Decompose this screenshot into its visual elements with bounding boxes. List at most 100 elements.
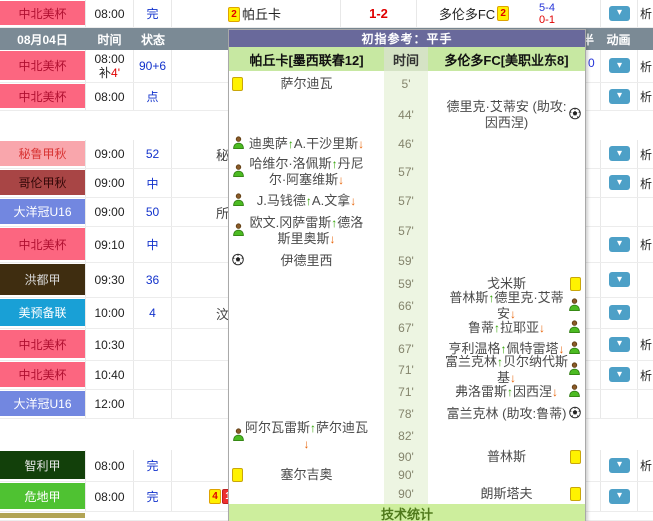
time-header: 时间 [85, 28, 134, 50]
match-row[interactable]: 中北美杯08:00完2帕丘卡1-2多伦多FC25-40-1▾析 [0, 0, 653, 28]
corner-score: 5-4 [530, 2, 564, 14]
chevron-down-icon: ▾ [617, 370, 622, 380]
event-minute: 57' [384, 189, 428, 213]
event-player-text: 朗斯塔夫 [465, 486, 547, 502]
time-value: 09:00 [94, 176, 124, 190]
event-player-text: 弗洛雷斯↑因西涅↓ [440, 384, 573, 400]
event-player-text: J.马钱德↑A.文拿↓ [242, 193, 371, 209]
player-substitution-icon [232, 428, 245, 444]
match-status: 完 [134, 450, 172, 481]
animation-button[interactable]: ▾ [609, 305, 630, 320]
player-out: A.干沙里斯 [294, 136, 358, 151]
column-divider [637, 140, 638, 168]
animation-button[interactable]: ▾ [609, 367, 630, 382]
soccer-ball-icon [569, 407, 581, 422]
time-value: 12:00 [94, 397, 124, 411]
events-list: 萨尔迪瓦5'44'德里克·艾蒂安 (助攻:因西涅)迪奥萨↑A.干沙里斯↓46'哈… [229, 71, 585, 504]
animation-button[interactable]: ▾ [609, 337, 630, 352]
player-substitution-icon [232, 136, 245, 152]
league-label: 中北美杯 [0, 1, 85, 25]
event-row: 44'德里克·艾蒂安 (助攻:因西涅) [229, 97, 585, 133]
analysis-link[interactable]: 析 [640, 50, 652, 82]
event-row: 71'富兰克林↑贝尔纳代斯基↓ [229, 359, 585, 381]
soccer-ball-icon [232, 254, 244, 269]
event-minute: 66' [384, 295, 428, 317]
analysis-link[interactable]: 析 [640, 450, 652, 481]
event-home-cell: 阿尔瓦雷斯↑萨尔迪瓦↓ [229, 425, 384, 447]
player-out: 拉耶亚 [500, 320, 539, 335]
event-player-text: 伊德里西 [265, 253, 347, 269]
date-header: 08月04日 [0, 28, 85, 50]
player-in: 富兰克林 [445, 354, 497, 369]
analysis-link[interactable]: 析 [640, 169, 652, 197]
chevron-down-icon: ▾ [617, 149, 622, 159]
time-value: 08:00 [94, 52, 124, 66]
event-home-cell: 哈维尔·洛佩斯↑丹尼尔·阿塞维斯↓ [229, 155, 384, 189]
column-divider [637, 50, 638, 82]
match-time: 08:00 [85, 83, 134, 110]
player-substitution-icon [232, 223, 245, 239]
animation-button[interactable]: ▾ [609, 146, 630, 161]
event-row: J.马钱德↑A.文拿↓ 57' [229, 189, 585, 213]
home-team-name: 帕丘卡 [242, 0, 281, 27]
time-value: 08:00 [94, 459, 124, 473]
event-player-text: 德里克·艾蒂安 (助攻:因西涅) [428, 99, 585, 131]
player-in: 欧文.冈萨雷斯 [250, 215, 332, 230]
event-away-cell: 鲁蒂↑拉耶亚↓ [428, 317, 585, 338]
match-time: 08:00 [85, 0, 134, 27]
yellow-cards-badge: 4 [209, 489, 221, 504]
event-minute: 90' [384, 484, 428, 504]
analysis-link[interactable]: 析 [640, 329, 652, 360]
analysis-link[interactable]: 析 [640, 0, 652, 27]
event-away-cell [428, 155, 585, 189]
yellow-card-icon [570, 277, 581, 291]
chevron-down-icon: ▾ [617, 61, 622, 71]
event-home-cell [229, 338, 384, 359]
league-label: 美预备联 [0, 299, 85, 326]
match-status: 完 [134, 482, 172, 511]
animation-button[interactable]: ▾ [609, 489, 630, 504]
match-time: 09:00 [85, 169, 134, 197]
analysis-link[interactable]: 析 [640, 83, 652, 110]
time-column-header: 时间 [384, 47, 428, 71]
event-row: 欧文.冈萨雷斯↑德洛斯里奥斯↓57' [229, 213, 585, 249]
chevron-down-icon: ▾ [617, 339, 622, 349]
chevron-down-icon: ▾ [617, 239, 622, 249]
yellow-card-icon [570, 487, 581, 501]
analysis-link[interactable]: 析 [640, 227, 652, 262]
animation-button[interactable]: ▾ [609, 175, 630, 190]
match-time: 08:00 [85, 482, 134, 511]
player-in: J.马钱德 [257, 193, 306, 208]
away-yellow-cards-badge: 2 [497, 6, 509, 21]
animation-button[interactable]: ▾ [609, 58, 630, 73]
match-time: 09:10 [85, 227, 134, 262]
analysis-link[interactable]: 析 [640, 140, 652, 168]
sub-out-arrow-icon: ↓ [539, 321, 545, 335]
event-home-cell: 塞尔吉奥 [229, 466, 384, 484]
analysis-link[interactable]: 析 [640, 361, 652, 389]
player-substitution-icon [232, 193, 245, 209]
league-label [0, 513, 85, 518]
event-player-text: 欧文.冈萨雷斯↑德洛斯里奥斯↓ [229, 215, 384, 247]
column-divider [600, 390, 601, 418]
event-player-text: 富兰克林 (助攻:鲁蒂) [432, 406, 582, 422]
animation-button[interactable]: ▾ [609, 237, 630, 252]
event-away-cell [428, 466, 585, 484]
animation-button[interactable]: ▾ [609, 89, 630, 104]
away-team-header: 多伦多FC[美职业东8] [428, 47, 585, 71]
player-in: 阿尔瓦雷斯 [245, 420, 310, 435]
league-label: 中北美杯 [0, 84, 85, 108]
column-divider [600, 198, 601, 226]
league-label: 洪都甲 [0, 264, 85, 295]
event-minute: 46' [384, 133, 428, 155]
event-minute: 59' [384, 273, 428, 295]
animation-header: 动画 [600, 28, 637, 50]
animation-button[interactable]: ▾ [609, 458, 630, 473]
event-away-cell [428, 425, 585, 447]
animation-button[interactable]: ▾ [609, 272, 630, 287]
animation-button[interactable]: ▾ [609, 6, 630, 21]
event-away-cell: 普林斯↑德里克·艾蒂安↓ [428, 295, 585, 317]
column-divider [637, 198, 638, 226]
yellow-card-icon [232, 77, 243, 91]
event-player-text: 塞尔吉奥 [265, 467, 347, 483]
